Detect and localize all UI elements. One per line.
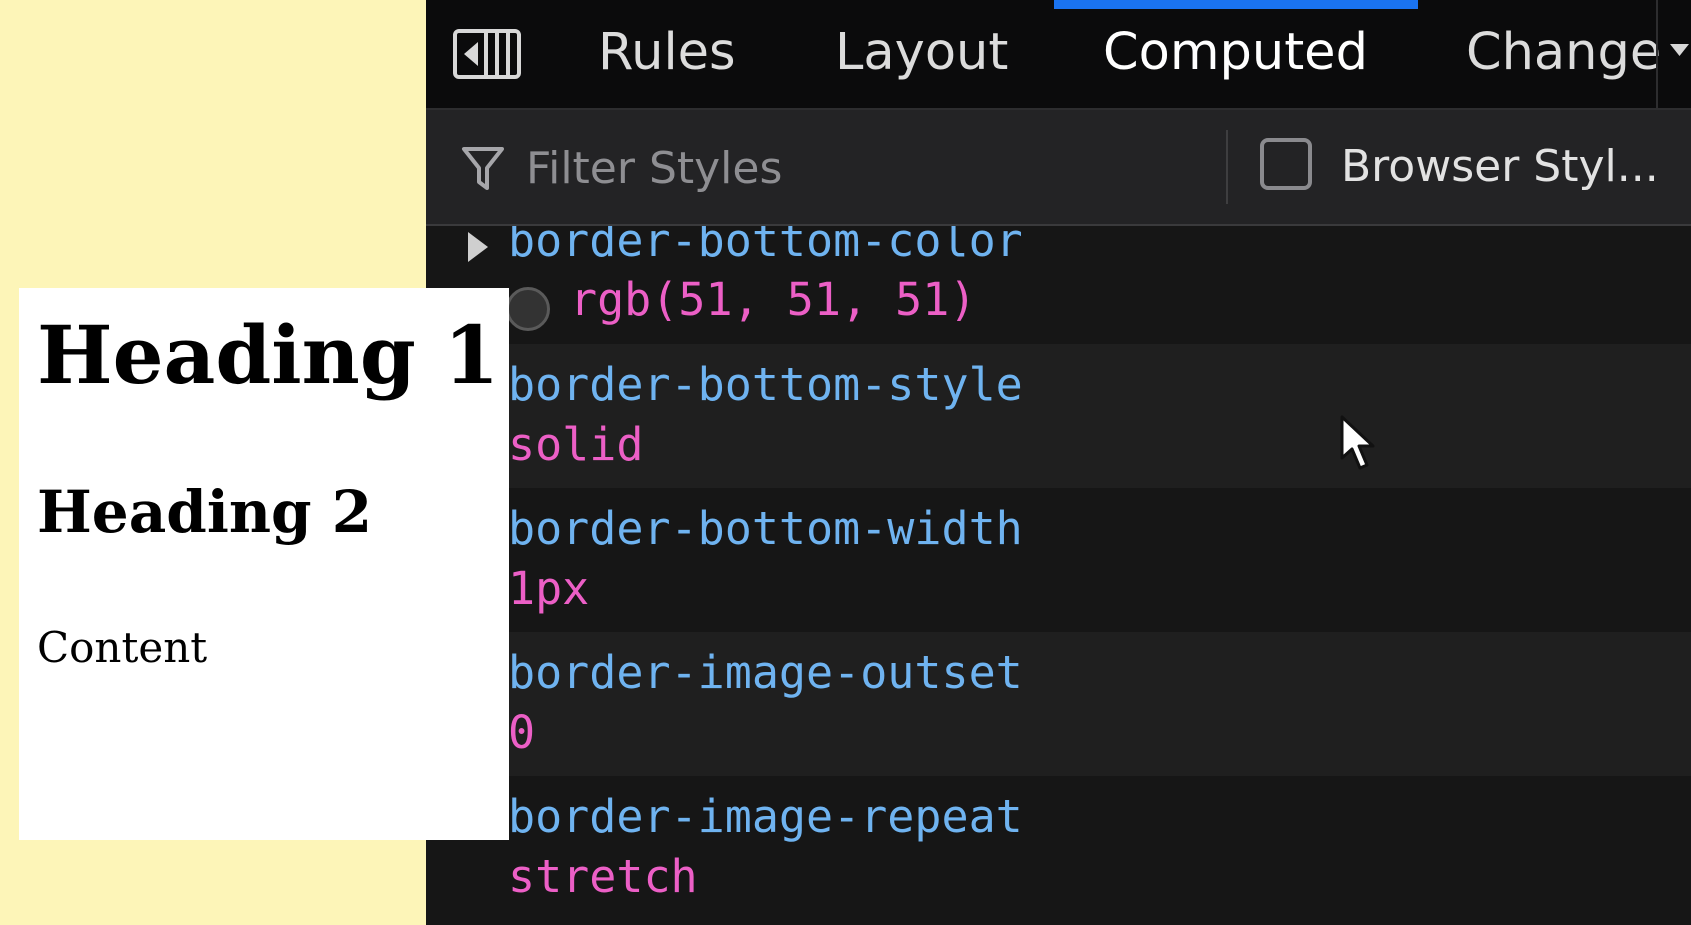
property-value: rgb(51, 51, 51) (570, 273, 977, 326)
tab-changes[interactable]: Change (1466, 20, 1661, 86)
property-row[interactable]: border-image-repeat stretch (426, 776, 1691, 920)
property-name: border-bottom-width (508, 502, 1023, 555)
property-value: stretch (508, 850, 698, 903)
property-name: border-image-outset (508, 646, 1023, 699)
expand-triangle-icon[interactable] (464, 230, 490, 264)
page-preview: Heading 1 Heading 2 Content (19, 288, 509, 840)
heading-2: Heading 2 (37, 478, 373, 546)
tab-rules[interactable]: Rules (598, 20, 736, 86)
color-swatch[interactable] (506, 287, 550, 331)
active-tab-indicator (1054, 0, 1418, 9)
browser-styles-label[interactable]: Browser Styl... (1341, 132, 1659, 202)
dock-sidebar-icon[interactable] (452, 28, 522, 80)
property-row[interactable]: border-bottom-width 1px (426, 488, 1691, 632)
tab-layout[interactable]: Layout (835, 20, 1008, 86)
property-row[interactable]: border-bottom-color rgb(51, 51, 51) (426, 226, 1691, 344)
property-name: border-image-repeat (508, 790, 1023, 843)
filter-icon (462, 147, 504, 190)
browser-styles-checkbox[interactable] (1260, 138, 1312, 190)
property-value: 1px (508, 562, 590, 615)
filter-styles-input[interactable] (524, 132, 1088, 204)
property-name: border-bottom-style (508, 358, 1023, 411)
property-name: border-bottom-color (508, 226, 1023, 267)
property-row[interactable]: border-image-outset 0 (426, 632, 1691, 776)
property-row[interactable]: border-bottom-style solid (426, 344, 1691, 488)
tab-divider (1656, 0, 1658, 108)
devtools-panel: Rules Layout Computed Change Browser Sty… (426, 0, 1691, 925)
mouse-cursor-icon (1340, 415, 1375, 470)
computed-property-list: border-bottom-color rgb(51, 51, 51) bord… (426, 226, 1691, 925)
content-paragraph: Content (37, 623, 208, 672)
filter-divider (1226, 130, 1228, 204)
devtools-tabbar: Rules Layout Computed Change (426, 0, 1691, 110)
property-value: 0 (508, 706, 536, 759)
heading-1: Heading 1 (37, 308, 500, 402)
property-value: solid (508, 418, 644, 471)
filter-bar: Browser Styl... (426, 110, 1691, 226)
tab-computed[interactable]: Computed (1103, 20, 1368, 86)
chevron-down-icon[interactable] (1668, 42, 1691, 60)
